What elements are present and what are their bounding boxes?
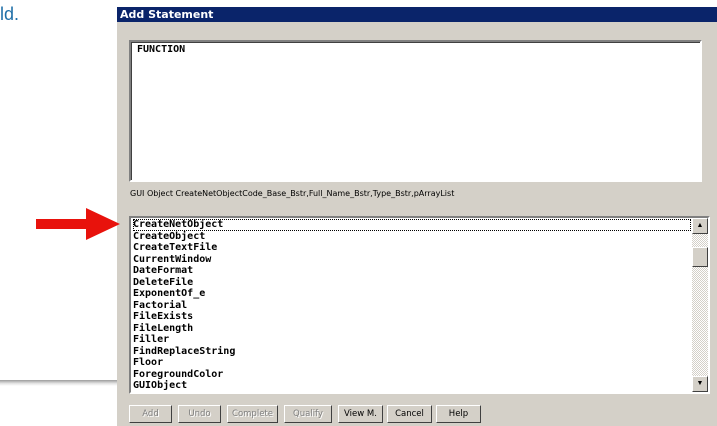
function-signature: GUI Object CreateNetObjectCode_Base_Bstr… [130, 189, 455, 198]
add-button[interactable]: Add [129, 405, 172, 423]
scroll-up-icon[interactable]: ▲ [692, 218, 708, 234]
editor-text: FUNCTION [137, 44, 186, 55]
list-scrollbar[interactable]: ▲ ▼ [692, 218, 708, 392]
list-item[interactable]: DateFormat [133, 265, 691, 277]
complete-button[interactable]: Complete [227, 405, 278, 423]
statement-editor[interactable]: FUNCTION [129, 40, 702, 182]
list-item[interactable]: Filler [133, 334, 691, 346]
undo-button[interactable]: Undo [178, 405, 221, 423]
list-item[interactable]: CreateTextFile [133, 242, 691, 254]
cancel-button[interactable]: Cancel [387, 405, 432, 423]
list-item[interactable]: CreateObject [133, 231, 691, 243]
list-item[interactable]: GUIObject [133, 380, 691, 392]
add-statement-dialog: Add Statement FUNCTION GUI Object Create… [117, 7, 717, 426]
list-item[interactable]: CreateNetObject [133, 219, 691, 231]
scroll-down-icon[interactable]: ▼ [692, 376, 708, 392]
list-item[interactable]: FindReplaceString [133, 346, 691, 358]
list-item[interactable]: FileLength [133, 323, 691, 335]
scroll-thumb[interactable] [692, 247, 708, 267]
function-list-items: CreateNetObject CreateObject CreateTextF… [133, 219, 691, 392]
list-item[interactable]: FileExists [133, 311, 691, 323]
view-m-button[interactable]: View M. [338, 405, 383, 423]
list-item[interactable]: CurrentWindow [133, 254, 691, 266]
function-list[interactable]: CreateNetObject CreateObject CreateTextF… [129, 216, 710, 394]
list-item[interactable]: Factorial [133, 300, 691, 312]
help-button[interactable]: Help [436, 405, 481, 423]
dialog-title: Add Statement [117, 7, 717, 22]
editor-frame [131, 42, 700, 180]
list-item[interactable]: ExponentOf_e [133, 288, 691, 300]
background-text: ld. [0, 4, 20, 24]
red-arrow-icon [36, 208, 120, 240]
list-item[interactable]: ForegroundColor [133, 369, 691, 381]
list-item[interactable]: DeleteFile [133, 277, 691, 289]
list-item[interactable]: Floor [133, 357, 691, 369]
qualify-button[interactable]: Qualify [284, 405, 332, 423]
